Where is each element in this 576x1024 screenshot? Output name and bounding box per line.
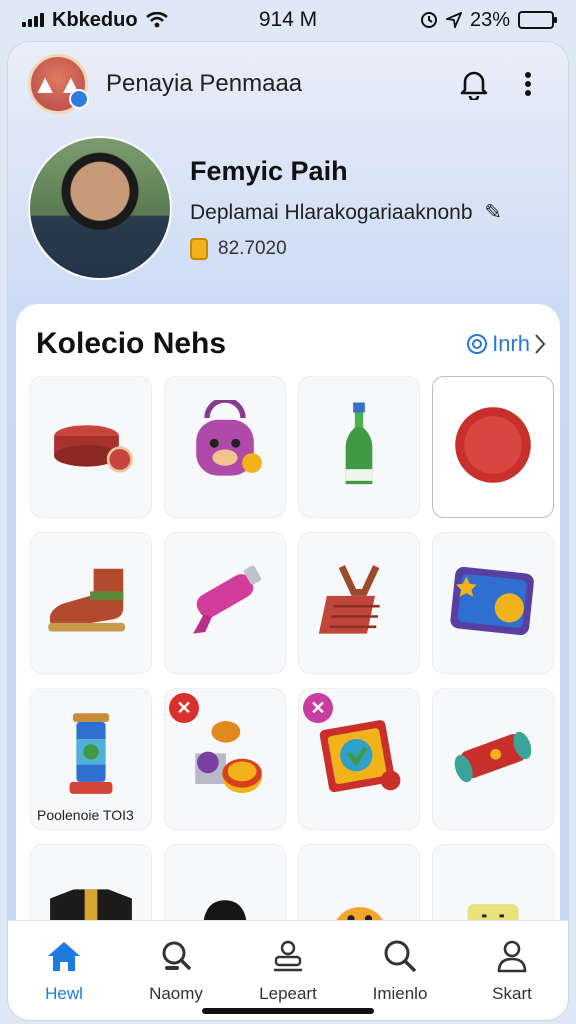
points-value: 82.7020 — [218, 238, 287, 259]
nav-item-imienlo[interactable]: Imienlo — [344, 921, 456, 1020]
battery-percent: 23% — [469, 8, 510, 31]
avatar[interactable]: ▲▲ — [28, 54, 89, 114]
coin-icon — [190, 238, 208, 260]
nav-label: Skart — [492, 984, 532, 1003]
collection-item[interactable] — [164, 532, 286, 674]
bottle-icon — [334, 395, 384, 500]
nav-label: Lepeart — [259, 984, 317, 1003]
status-bar: Kbkeduo 914 M 23% — [0, 0, 576, 40]
home-indicator[interactable] — [202, 1008, 374, 1014]
stamp-icon — [270, 939, 306, 978]
item-caption: Poolenoie TOI3 — [37, 807, 134, 823]
alarm-icon — [420, 12, 437, 28]
collection-item[interactable] — [298, 376, 420, 518]
edit-icon[interactable]: ✎ — [484, 201, 502, 224]
view-more-label: Inrh — [492, 331, 530, 356]
collection-item[interactable] — [30, 532, 152, 674]
battery-icon — [518, 11, 557, 29]
nav-label: Imienlo — [372, 984, 428, 1003]
page-title: Penayia Penmaaa — [106, 70, 303, 97]
points-row: 82.7020 — [190, 238, 287, 260]
at-icon — [467, 334, 488, 354]
collection-item[interactable] — [298, 532, 420, 674]
signal-icon — [22, 13, 44, 27]
bell-icon — [460, 71, 488, 100]
profile-photo[interactable] — [28, 136, 172, 280]
profile-card: Femyic Paih Deplamai Hlarakogariaaknonb … — [8, 134, 568, 294]
search-person-icon — [159, 939, 193, 978]
badge-card-icon — [309, 712, 409, 807]
game-board-icon — [445, 558, 541, 649]
app-window: ▲▲ Penayia Penmaaa Femyic Paih Deplamai … — [8, 42, 568, 1020]
collection-grid: Poolenoie TOI3 ✕ ✕ — [30, 376, 554, 964]
creature-bag-icon — [180, 396, 270, 495]
red-seal-icon — [448, 400, 538, 495]
nav-item-skart[interactable]: Skart — [456, 921, 568, 1020]
carrier-label: Kbkeduo — [52, 8, 138, 31]
collection-item[interactable] — [432, 688, 554, 830]
location-icon — [445, 12, 462, 28]
collection-item[interactable] — [432, 532, 554, 674]
boot-icon — [43, 561, 139, 646]
view-more-link[interactable]: Inrh — [466, 331, 546, 357]
department-text: Deplamai Hlarakogariaaknonb — [190, 201, 473, 224]
collection-item[interactable] — [30, 376, 152, 518]
nav-label: Naomy — [149, 984, 203, 1003]
wifi-icon — [145, 12, 168, 28]
coin-stack-icon — [175, 712, 275, 807]
more-menu-button[interactable] — [508, 64, 548, 104]
collection-title: Kolecio Nehs — [36, 327, 227, 360]
top-bar: ▲▲ Penayia Penmaaa — [8, 42, 568, 126]
lantern-icon — [61, 709, 121, 810]
remove-icon[interactable]: ✕ — [303, 693, 333, 723]
clock: 914 M — [258, 8, 318, 31]
bottom-nav: Hewl Naomy Lepeart Imienlo Skart — [8, 920, 568, 1020]
nav-label: Hewl — [45, 984, 83, 1003]
remove-icon[interactable]: ✕ — [169, 693, 199, 723]
drum-icon — [43, 409, 139, 486]
collection-panel: Kolecio Nehs Inrh Poolenoie TOI3 ✕ ✕ — [16, 304, 560, 964]
profile-department: Deplamai Hlarakogariaaknonb ✎ — [190, 200, 502, 225]
collection-item[interactable]: Poolenoie TOI3 — [30, 688, 152, 830]
chevron-right-icon — [535, 334, 546, 354]
nav-item-hewl[interactable]: Hewl — [8, 921, 120, 1020]
collection-item[interactable]: ✕ — [164, 688, 286, 830]
search-icon — [383, 939, 417, 978]
more-vertical-icon — [525, 72, 531, 96]
nav-item-lepeart[interactable]: Lepeart — [232, 921, 344, 1020]
user-icon — [496, 939, 528, 978]
verified-icon — [69, 89, 89, 109]
notification-button[interactable] — [454, 64, 494, 104]
nav-item-naomy[interactable]: Naomy — [120, 921, 232, 1020]
home-icon — [46, 939, 82, 978]
collection-item[interactable]: ✕ — [298, 688, 420, 830]
profile-name: Femyic Paih — [190, 156, 348, 186]
pink-spray-icon — [177, 558, 273, 649]
slingshot-icon — [316, 558, 402, 649]
collection-header: Kolecio Nehs Inrh — [36, 322, 546, 366]
collection-item[interactable] — [432, 376, 554, 518]
scroll-icon — [443, 717, 543, 802]
collection-item[interactable] — [164, 376, 286, 518]
